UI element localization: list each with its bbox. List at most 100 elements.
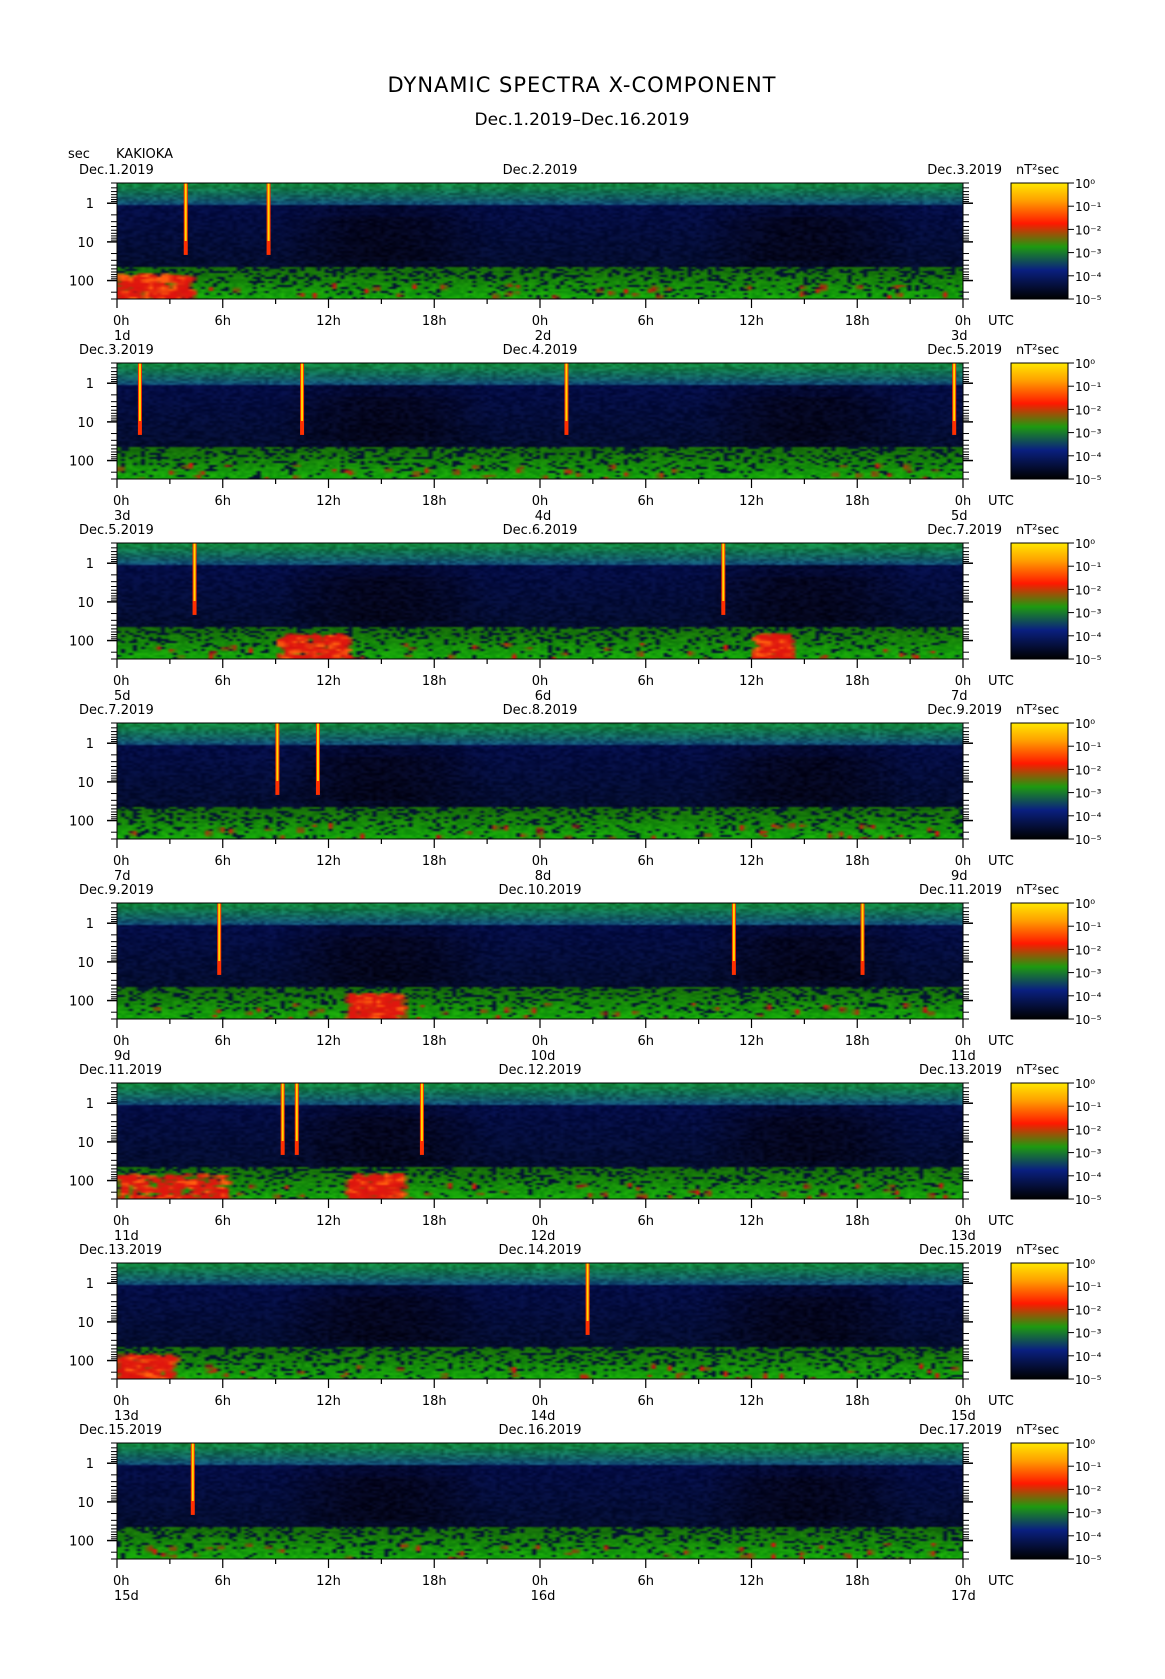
x-tick-label: 0h	[532, 674, 549, 689]
colorbar-tick-label: 10⁻¹	[1075, 740, 1102, 754]
figure-subtitle: Dec.1.2019–Dec.16.2019	[475, 110, 690, 130]
pulse-spike	[217, 903, 222, 975]
x-tick-label: 12h	[316, 1214, 341, 1229]
utc-label: UTC	[988, 494, 1014, 509]
x-tick-label: 6h	[214, 314, 231, 329]
panel-mid-date: Dec.10.2019	[498, 883, 581, 898]
colorbar-tick-label: 10⁻⁵	[1075, 833, 1102, 847]
x-tick-label: 12h	[316, 494, 341, 509]
panels-group: Dec.1.2019 Dec.2.2019 Dec.3.2019 nT²sec 1 10 1…	[69, 163, 1101, 1604]
x-tick-label: 18h	[845, 1034, 870, 1049]
colorbar-tick-label: 10⁻⁵	[1075, 653, 1102, 667]
panel-end-date: Dec.9.2019	[927, 703, 1002, 718]
panel-end-date: Dec.13.2019	[919, 1063, 1002, 1078]
x-tick-label: 18h	[845, 854, 870, 869]
colorbar-tick-label: 10⁻³	[1075, 607, 1102, 621]
x-tick-label: 12h	[316, 1574, 341, 1589]
x-tick-label: 0h	[532, 1574, 549, 1589]
day-label: 15d	[114, 1589, 139, 1604]
y-tick-label: 100	[69, 1355, 94, 1370]
colorbar-gradient	[1010, 362, 1069, 480]
panel-start-date: Dec.9.2019	[79, 883, 154, 898]
x-tick-label: 0h	[113, 1034, 130, 1049]
colorbar-tick-label: 10⁻³	[1075, 1327, 1102, 1341]
utc-label: UTC	[988, 1574, 1014, 1589]
colorbar-tick-label: 10⁻⁴	[1075, 810, 1102, 824]
panel-5: Dec.9.2019 Dec.10.2019 Dec.11.2019 nT²sec 11…	[69, 883, 1101, 1064]
pulse-spike	[294, 1083, 299, 1155]
pulse-spike	[137, 363, 142, 435]
day-label: 15d	[951, 1409, 976, 1424]
y-tick-label: 1	[86, 197, 94, 212]
x-tick-label: 18h	[845, 1574, 870, 1589]
colorbar-tick-label: 10⁻⁵	[1075, 293, 1102, 307]
colorbar-tick-label: 10⁻¹	[1075, 1100, 1102, 1114]
x-tick-label: 0h	[113, 854, 130, 869]
pulse-spike	[192, 543, 197, 615]
day-label: 10d	[531, 1049, 556, 1064]
colorbar-tick-label: 10⁰	[1075, 537, 1095, 551]
colorbar-unit-label: nT²sec	[1016, 1063, 1059, 1078]
day-label: 3d	[951, 329, 968, 344]
x-tick-label: 18h	[422, 1214, 447, 1229]
y-tick-label: 10	[77, 596, 94, 611]
colorbar-gradient	[1010, 1262, 1069, 1380]
y-tick-label: 10	[77, 236, 94, 251]
pulse-spike	[183, 183, 188, 255]
colorbar-tick-label: 10⁻¹	[1075, 920, 1102, 934]
day-label: 11d	[951, 1049, 976, 1064]
x-tick-label: 18h	[845, 1214, 870, 1229]
spectrogram-image	[117, 1443, 963, 1559]
x-tick-label: 12h	[739, 1394, 764, 1409]
y-axis-unit-label: sec	[68, 147, 90, 162]
colorbar-tick-label: 10⁰	[1075, 1257, 1095, 1271]
x-axis: 0h 6h 12h 18h 0h 6h 12h 18h 0h UTC 7d 8d 9d	[113, 839, 1014, 884]
x-tick-label: 12h	[739, 854, 764, 869]
spectrogram-image	[117, 1083, 963, 1199]
colorbar-tick-label: 10⁻³	[1075, 967, 1102, 981]
colorbar-tick-label: 10⁻¹	[1075, 560, 1102, 574]
colorbar-tick-label: 10⁻²	[1075, 583, 1102, 597]
x-axis: 0h 6h 12h 18h 0h 6h 12h 18h 0h UTC 1d 2d 3d	[113, 299, 1014, 344]
pulse-spike	[190, 1443, 195, 1515]
colorbar-unit-label: nT²sec	[1016, 703, 1059, 718]
pulse-spike	[731, 903, 736, 975]
day-label: 7d	[114, 869, 131, 884]
colorbar-tick-label: 10⁻¹	[1075, 380, 1102, 394]
colorbar-gradient	[1010, 182, 1069, 300]
x-axis: 0h 6h 12h 18h 0h 6h 12h 18h 0h UTC 5d 6d 7d	[113, 659, 1014, 704]
x-tick-label: 0h	[113, 1214, 130, 1229]
day-label: 4d	[535, 509, 552, 524]
spectrogram-image	[117, 183, 963, 299]
y-tick-label: 10	[77, 1496, 94, 1511]
station-label: KAKIOKA	[116, 147, 173, 162]
x-tick-label: 12h	[316, 314, 341, 329]
y-tick-label: 100	[69, 815, 94, 830]
y-tick-label: 100	[69, 275, 94, 290]
x-axis: 0h 6h 12h 18h 0h 6h 12h 18h 0h UTC 13d 14d 15d	[113, 1379, 1014, 1424]
colorbar: 10⁰ 10⁻¹ 10⁻² 10⁻³ 10⁻⁴ 10⁻⁵	[1010, 1077, 1102, 1207]
spectrogram-image	[117, 543, 963, 659]
panel-mid-date: Dec.14.2019	[498, 1243, 581, 1258]
x-tick-label: 6h	[214, 1214, 231, 1229]
x-tick-label: 6h	[214, 494, 231, 509]
colorbar-unit-label: nT²sec	[1016, 883, 1059, 898]
panel-end-date: Dec.11.2019	[919, 883, 1002, 898]
day-label: 17d	[951, 1589, 976, 1604]
day-label: 7d	[951, 689, 968, 704]
day-label: 13d	[114, 1409, 139, 1424]
spectrogram-image	[117, 363, 963, 479]
x-tick-label: 12h	[316, 854, 341, 869]
panel-end-date: Dec.7.2019	[927, 523, 1002, 538]
x-tick-label: 0h	[955, 1214, 972, 1229]
x-tick-label: 6h	[637, 314, 654, 329]
x-axis: 0h 6h 12h 18h 0h 6h 12h 18h 0h UTC 3d 4d 5d	[113, 479, 1014, 524]
panel-8: Dec.15.2019 Dec.16.2019 Dec.17.2019 nT²sec1…	[69, 1423, 1101, 1604]
colorbar-tick-label: 10⁻²	[1075, 1303, 1102, 1317]
panel-start-date: Dec.11.2019	[79, 1063, 162, 1078]
colorbar-tick-label: 10⁻⁵	[1075, 1553, 1102, 1567]
colorbar-tick-label: 10⁻⁴	[1075, 1170, 1102, 1184]
panel-start-date: Dec.1.2019	[79, 163, 154, 178]
x-tick-label: 0h	[532, 1034, 549, 1049]
spectrogram-image	[117, 903, 963, 1019]
